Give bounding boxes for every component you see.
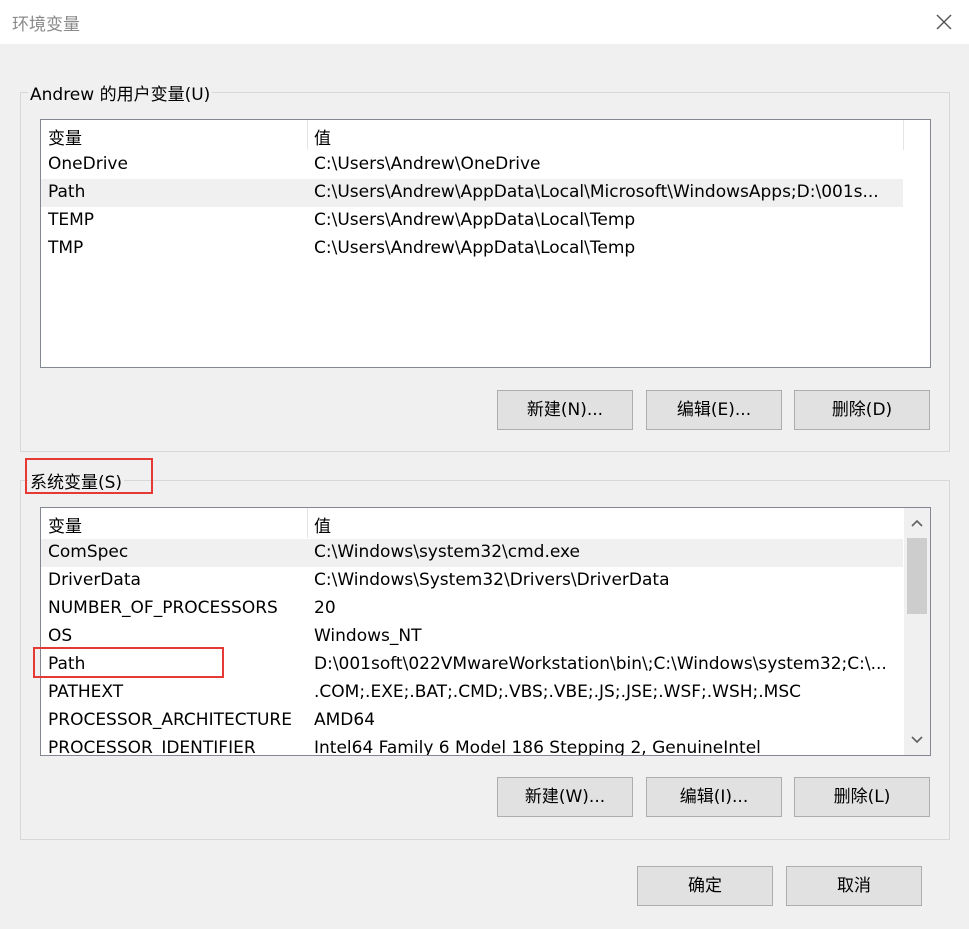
system-new-button[interactable]: 新建(W)... <box>497 777 633 817</box>
close-button[interactable] <box>929 8 959 36</box>
scroll-up-button[interactable] <box>904 510 930 536</box>
column-header-var[interactable]: 变量 <box>48 124 82 149</box>
user-new-button[interactable]: 新建(N)... <box>497 390 633 430</box>
variable-name: OS <box>48 626 73 646</box>
table-row[interactable]: DriverData C:\Windows\System32\Drivers\Dr… <box>41 567 903 595</box>
close-icon <box>936 14 952 30</box>
table-row[interactable]: PROCESSOR_IDENTIFIER Intel64 Family 6 Mod… <box>41 735 903 756</box>
variable-name: TEMP <box>48 210 95 230</box>
variable-name: PROCESSOR_ARCHITECTURE <box>48 710 292 730</box>
variable-value: C:\Users\Andrew\OneDrive <box>314 154 541 174</box>
system-edit-button[interactable]: 编辑(I)... <box>646 777 782 817</box>
chevron-up-icon <box>911 519 923 527</box>
highlight-box-system-label <box>25 458 153 494</box>
variable-name: Path <box>48 182 86 202</box>
system-vars-list[interactable]: 变量 值 ComSpec C:\Windows\system32\cmd.exe D… <box>40 507 931 756</box>
table-row[interactable]: NUMBER_OF_PROCESSORS 20 <box>41 595 903 623</box>
table-row[interactable]: ComSpec C:\Windows\system32\cmd.exe <box>41 539 903 567</box>
cancel-button[interactable]: 取消 <box>786 866 922 906</box>
variable-name: TMP <box>48 238 84 258</box>
variable-value: C:\Users\Andrew\AppData\Local\Temp <box>314 210 636 230</box>
variable-value: AMD64 <box>314 710 376 730</box>
variable-value: D:\001soft\022VMwareWorkstation\bin\;C:\… <box>314 654 887 674</box>
variable-name: PROCESSOR_IDENTIFIER <box>48 738 256 756</box>
variable-value: C:\Windows\System32\Drivers\DriverData <box>314 570 670 590</box>
variable-value: 20 <box>314 598 336 618</box>
variable-value: C:\Windows\system32\cmd.exe <box>314 542 581 562</box>
vertical-scrollbar[interactable] <box>904 508 930 755</box>
list-header: 变量 值 <box>41 120 930 150</box>
table-row[interactable]: OneDrive C:\Users\Andrew\OneDrive <box>41 151 903 179</box>
variable-value: Windows_NT <box>314 626 422 646</box>
user-vars-list[interactable]: 变量 值 OneDrive C:\Users\Andrew\OneDrive Pat… <box>40 119 931 368</box>
user-delete-button[interactable]: 删除(D) <box>794 390 930 430</box>
variable-name: NUMBER_OF_PROCESSORS <box>48 598 278 618</box>
table-row[interactable]: TMP C:\Users\Andrew\AppData\Local\Temp <box>41 235 903 263</box>
table-row[interactable]: PATHEXT .COM;.EXE;.BAT;.CMD;.VBS;.VBE;.JS… <box>41 679 903 707</box>
table-row[interactable]: TEMP C:\Users\Andrew\AppData\Local\Temp <box>41 207 903 235</box>
variable-name: OneDrive <box>48 154 128 174</box>
title-bar: 环境变量 <box>0 0 969 44</box>
variable-value: Intel64 Family 6 Model 186 Stepping 2, G… <box>314 738 761 756</box>
system-delete-button[interactable]: 删除(L) <box>794 777 930 817</box>
user-vars-label: Andrew 的用户变量(U) <box>28 80 213 105</box>
list-header: 变量 值 <box>41 508 930 538</box>
variable-name: ComSpec <box>48 542 129 562</box>
variable-name: DriverData <box>48 570 141 590</box>
column-separator[interactable] <box>903 120 904 150</box>
column-separator[interactable] <box>307 508 308 538</box>
scrollbar-thumb[interactable] <box>907 538 927 614</box>
ok-button[interactable]: 确定 <box>637 866 773 906</box>
variable-value: C:\Users\Andrew\AppData\Local\Microsoft\… <box>314 182 879 202</box>
variable-value: .COM;.EXE;.BAT;.CMD;.VBS;.VBE;.JS;.JSE;.… <box>314 682 802 702</box>
variable-value: C:\Users\Andrew\AppData\Local\Temp <box>314 238 636 258</box>
window-title: 环境变量 <box>12 15 80 35</box>
user-edit-button[interactable]: 编辑(E)... <box>646 390 782 430</box>
scroll-down-button[interactable] <box>904 727 930 753</box>
column-header-val[interactable]: 值 <box>314 124 331 149</box>
column-separator[interactable] <box>307 120 308 150</box>
column-header-var[interactable]: 变量 <box>48 512 82 537</box>
table-row[interactable]: PROCESSOR_ARCHITECTURE AMD64 <box>41 707 903 735</box>
highlight-box-path-row <box>33 647 224 678</box>
column-header-val[interactable]: 值 <box>314 512 331 537</box>
table-row[interactable]: Path C:\Users\Andrew\AppData\Local\Micros… <box>41 179 903 207</box>
variable-name: PATHEXT <box>48 682 124 702</box>
chevron-down-icon <box>911 736 923 744</box>
